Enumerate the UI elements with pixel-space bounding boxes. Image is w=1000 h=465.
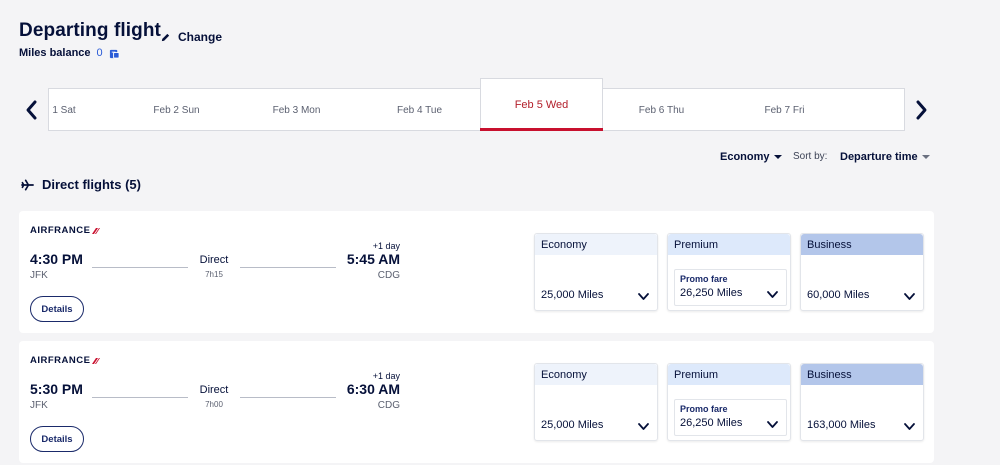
- route-line: [92, 267, 188, 268]
- fare-business[interactable]: Business 60,000 Miles: [800, 233, 924, 311]
- airline-logo: AIRFRANCE: [30, 355, 101, 366]
- change-button[interactable]: Change: [160, 30, 222, 44]
- airline-stripe-icon: [92, 357, 101, 364]
- chevron-down-icon: [904, 293, 915, 300]
- chevron-right-icon[interactable]: [912, 98, 930, 122]
- promo-fare-label: Promo fare: [680, 274, 728, 284]
- fare-miles: 60,000 Miles: [807, 289, 870, 301]
- sort-control: Sort by:: [793, 151, 827, 162]
- fare-cabin-label: Premium: [668, 234, 790, 255]
- fare-premium[interactable]: Premium Promo fare 26,250 Miles: [667, 363, 791, 441]
- page-header: Departing flight Miles balance 0: [19, 20, 161, 59]
- flight-duration: 7h15: [205, 270, 223, 279]
- airline-name: AIRFRANCE: [30, 225, 91, 236]
- fare-miles: 26,250 Miles: [680, 417, 743, 429]
- stops-label: Direct: [199, 254, 229, 266]
- chevron-down-icon: [638, 293, 649, 300]
- fare-economy[interactable]: Economy 25,000 Miles: [534, 233, 658, 311]
- plus-day-badge: +1 day: [372, 241, 400, 251]
- stops-label: Direct: [199, 384, 229, 396]
- miles-balance-label: Miles balance: [19, 47, 91, 59]
- fare-cabin-label: Business: [801, 364, 923, 385]
- fare-cabin-label: Premium: [668, 364, 790, 385]
- date-tab[interactable]: Feb 6 Thu: [604, 89, 719, 132]
- airline-name: AIRFRANCE: [30, 355, 91, 366]
- plus-day-badge: +1 day: [372, 371, 400, 381]
- change-label: Change: [178, 30, 223, 44]
- miles-wallet-icon[interactable]: [109, 48, 120, 59]
- promo-fare-box[interactable]: Promo fare 26,250 Miles: [674, 399, 787, 436]
- route-line: [240, 397, 336, 398]
- details-button[interactable]: Details: [30, 426, 84, 452]
- miles-balance: Miles balance 0: [19, 47, 161, 59]
- arrival-time: 6:30 AM: [346, 381, 400, 397]
- fare-miles: 163,000 Miles: [807, 419, 876, 431]
- flight-duration: 7h00: [205, 400, 223, 409]
- caret-down-icon: [921, 155, 930, 159]
- sort-value: Departure time: [840, 151, 918, 163]
- route-line: [240, 267, 336, 268]
- fare-miles: 25,000 Miles: [541, 419, 604, 431]
- airline-logo: AIRFRANCE: [30, 225, 101, 236]
- chevron-left-icon[interactable]: [23, 98, 41, 122]
- arrival-airport: CDG: [377, 400, 400, 411]
- fare-business[interactable]: Business 163,000 Miles: [800, 363, 924, 441]
- fare-premium[interactable]: Premium Promo fare 26,250 Miles: [667, 233, 791, 311]
- fare-cabin-label: Economy: [535, 234, 657, 255]
- cabin-filter[interactable]: Economy: [720, 151, 782, 163]
- sort-dropdown[interactable]: Departure time: [840, 151, 930, 163]
- plane-icon: [21, 179, 34, 190]
- date-tab[interactable]: Feb 4 Tue: [362, 89, 477, 132]
- page-title: Departing flight: [19, 20, 161, 41]
- arrival-airport: CDG: [377, 270, 400, 281]
- sort-by-label: Sort by:: [793, 151, 828, 162]
- departure-airport: JFK: [30, 400, 48, 411]
- cabin-filter-label: Economy: [720, 151, 770, 163]
- route-line: [92, 397, 188, 398]
- airline-stripe-icon: [92, 227, 101, 234]
- date-tab-selected[interactable]: Feb 5 Wed: [480, 78, 603, 131]
- chevron-down-icon: [767, 421, 778, 428]
- fare-economy[interactable]: Economy 25,000 Miles: [534, 363, 658, 441]
- departure-time: 5:30 PM: [30, 381, 83, 397]
- chevron-down-icon: [638, 423, 649, 430]
- fare-miles: 25,000 Miles: [541, 289, 604, 301]
- caret-down-icon: [773, 155, 782, 159]
- departure-time: 4:30 PM: [30, 251, 83, 267]
- date-tab[interactable]: Feb 3 Mon: [239, 89, 354, 132]
- date-tab[interactable]: Feb 7 Fri: [727, 89, 842, 132]
- pencil-icon: [161, 33, 170, 41]
- promo-fare-label: Promo fare: [680, 404, 728, 414]
- miles-balance-value[interactable]: 0: [97, 47, 103, 59]
- flight-card: AIRFRANCE 4:30 PM JFK Direct 7h15 +1 day…: [19, 211, 934, 333]
- details-button[interactable]: Details: [30, 296, 84, 322]
- chevron-down-icon: [904, 423, 915, 430]
- fare-miles: 26,250 Miles: [680, 287, 743, 299]
- section-heading: Direct flights (5): [21, 177, 141, 192]
- section-title: Direct flights (5): [42, 177, 141, 192]
- chevron-down-icon: [767, 291, 778, 298]
- date-tab[interactable]: 1 Sat: [49, 89, 79, 132]
- flight-card: AIRFRANCE 5:30 PM JFK Direct 7h00 +1 day…: [19, 341, 934, 463]
- promo-fare-box[interactable]: Promo fare 26,250 Miles: [674, 269, 787, 306]
- departure-airport: JFK: [30, 270, 48, 281]
- arrival-time: 5:45 AM: [346, 251, 400, 267]
- fare-cabin-label: Business: [801, 234, 923, 255]
- date-tab[interactable]: Feb 2 Sun: [119, 89, 234, 132]
- fare-cabin-label: Economy: [535, 364, 657, 385]
- date-selector: 1 Sat Feb 2 Sun Feb 3 Mon Feb 4 Tue Feb …: [48, 88, 905, 131]
